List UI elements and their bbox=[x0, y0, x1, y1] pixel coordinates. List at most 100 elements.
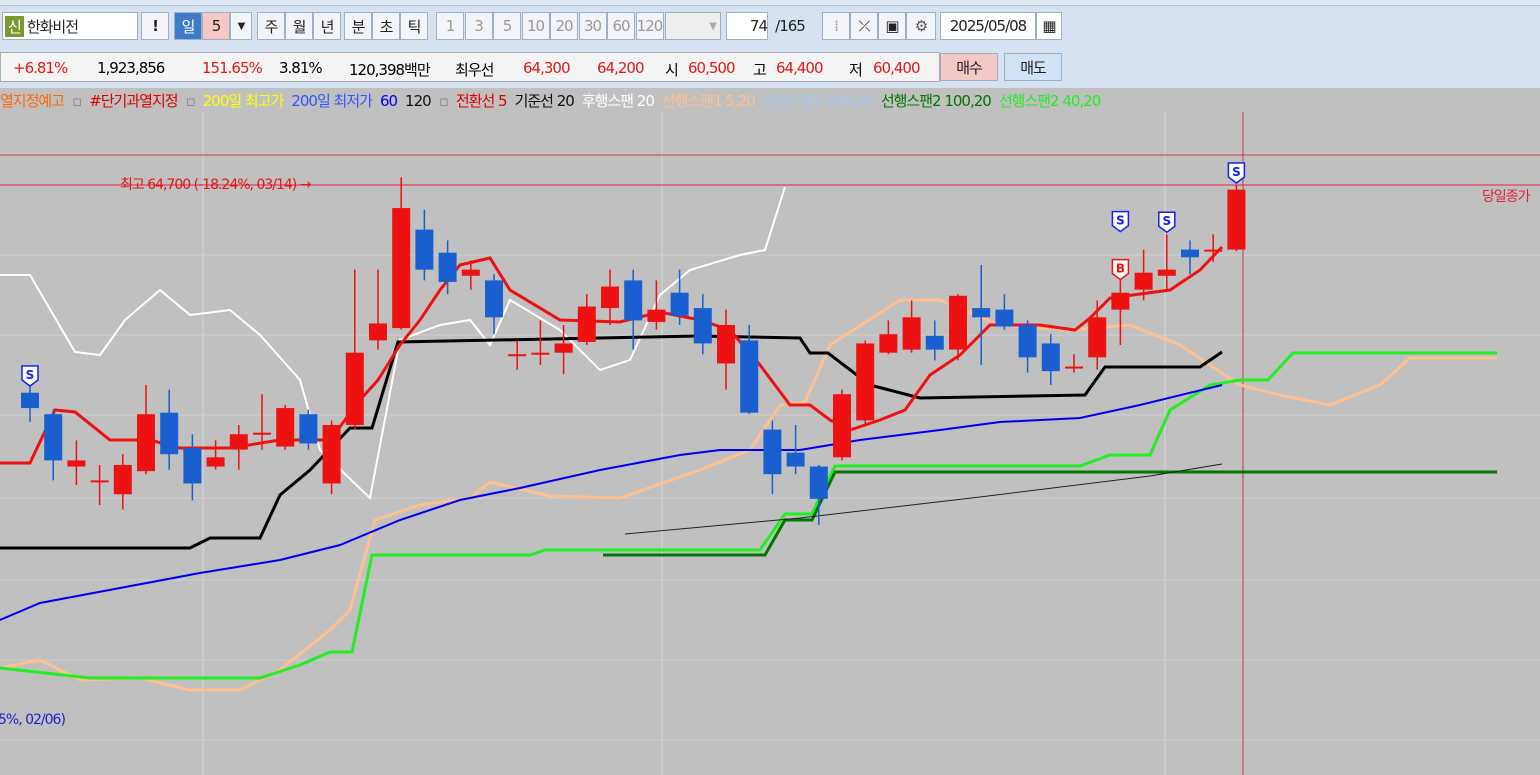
legend-item[interactable]: 선행스팬2 40,20 bbox=[999, 92, 1101, 110]
sell-button[interactable]: 매도 bbox=[1004, 53, 1062, 81]
buy-button[interactable]: 매수 bbox=[940, 53, 998, 81]
legend-item[interactable]: 선행스팬1 5,20 bbox=[662, 92, 756, 110]
candle-body bbox=[113, 465, 132, 495]
candle-body bbox=[299, 414, 318, 444]
tab-year[interactable]: 년 bbox=[313, 12, 341, 40]
candle-body bbox=[601, 286, 619, 309]
candle-style-icon[interactable]: ⁞ bbox=[822, 12, 850, 40]
candle-body bbox=[1227, 189, 1246, 250]
candle-body bbox=[90, 480, 109, 483]
change-pct: +6.81% bbox=[13, 59, 68, 77]
candle-body bbox=[1134, 272, 1153, 290]
signal-label: S bbox=[1232, 165, 1241, 179]
candle-body bbox=[1041, 343, 1060, 372]
signal-label: S bbox=[1162, 214, 1171, 228]
price-chart[interactable]: 최고 64,700 (-18.24%, 03/14) → 5%, 02/06) 당일… bbox=[0, 0, 1540, 775]
volume: 1,923,856 bbox=[97, 59, 165, 77]
count-input[interactable]: 74 bbox=[726, 12, 768, 40]
candle-body bbox=[577, 306, 596, 342]
bid-price: 64,200 bbox=[597, 59, 644, 77]
interval-20[interactable]: 20 bbox=[550, 12, 578, 40]
line-add-icon[interactable]: ⤫ bbox=[850, 12, 878, 40]
legend-item[interactable]: 전환선 5 bbox=[456, 92, 508, 110]
candle-body bbox=[1018, 325, 1037, 358]
interval-3[interactable]: 3 bbox=[464, 12, 493, 40]
alert-button[interactable]: ! bbox=[141, 12, 169, 40]
candle-body bbox=[253, 432, 271, 435]
interval-1[interactable]: 1 bbox=[436, 12, 464, 40]
candle-body bbox=[21, 392, 39, 409]
ask-price: 64,300 bbox=[523, 59, 570, 77]
tab-day[interactable]: 일 bbox=[174, 12, 202, 40]
interval-120[interactable]: 120 bbox=[635, 12, 664, 40]
market-badge: 신 bbox=[5, 15, 24, 37]
date-input[interactable]: 2025/05/08 bbox=[940, 12, 1036, 40]
legend-item[interactable]: 기준선 20 bbox=[515, 92, 575, 110]
legend-item[interactable]: 선행스팬2 100,20 bbox=[881, 92, 992, 110]
legend-item[interactable]: ▫ bbox=[186, 92, 196, 110]
interval-60[interactable]: 60 bbox=[607, 12, 635, 40]
candle-body bbox=[972, 308, 991, 318]
stock-selector[interactable]: 신 한화비전 bbox=[2, 12, 138, 40]
candle-body bbox=[322, 425, 341, 484]
conversion-line bbox=[0, 245, 1224, 465]
interval-select[interactable]: ▼ bbox=[665, 12, 721, 40]
save-icon[interactable]: ▣ bbox=[878, 12, 906, 40]
period-n-field[interactable]: 5 bbox=[202, 12, 230, 40]
chevron-down-icon[interactable]: ▼ bbox=[230, 12, 252, 40]
legend-item[interactable]: 120 bbox=[405, 92, 432, 110]
best-price-label: 최우선 bbox=[455, 61, 494, 79]
legend-item[interactable]: ▫ bbox=[72, 92, 82, 110]
top-strip bbox=[0, 0, 1540, 6]
candle-body bbox=[137, 414, 155, 472]
legend-item[interactable]: ▫ bbox=[439, 92, 449, 110]
legend-item[interactable]: 200일 최저가 bbox=[291, 92, 373, 110]
low-label: 저 bbox=[849, 61, 863, 79]
tab-second[interactable]: 초 bbox=[372, 12, 400, 40]
legend-item[interactable]: 후행스팬 20 bbox=[582, 92, 655, 110]
trade-amount: 120,398백만 bbox=[349, 61, 431, 79]
legend-item[interactable]: 열지정예고 bbox=[0, 92, 65, 110]
candle-body bbox=[345, 352, 364, 425]
candle-body bbox=[531, 352, 550, 355]
candle-body bbox=[415, 229, 434, 270]
candle-body bbox=[647, 309, 666, 322]
open-label: 시 bbox=[665, 61, 679, 79]
interval-10[interactable]: 10 bbox=[521, 12, 550, 40]
interval-30[interactable]: 30 bbox=[578, 12, 607, 40]
tab-month[interactable]: 월 bbox=[285, 12, 313, 40]
high-price-annotation: 최고 64,700 (-18.24%, 03/14) → bbox=[120, 177, 312, 193]
legend-item[interactable]: 200일 최고가 bbox=[203, 92, 285, 110]
tab-tick[interactable]: 틱 bbox=[400, 12, 428, 40]
candle-body bbox=[995, 309, 1014, 327]
candle-body bbox=[624, 280, 643, 321]
candle-body bbox=[763, 429, 782, 475]
candle-body bbox=[369, 323, 387, 341]
signal-label: S bbox=[26, 368, 35, 382]
candle-body bbox=[1088, 317, 1107, 358]
turnover: 3.81% bbox=[279, 59, 323, 77]
close-price-label: 당일종가 bbox=[1482, 189, 1531, 205]
signal-label: S bbox=[1116, 214, 1125, 228]
interval-5[interactable]: 5 bbox=[493, 12, 521, 40]
candle-body bbox=[461, 269, 480, 276]
candle-body bbox=[44, 414, 63, 461]
candle-body bbox=[902, 317, 921, 350]
candle-body bbox=[786, 452, 805, 467]
tab-week[interactable]: 주 bbox=[257, 12, 285, 40]
gear-icon[interactable]: ⚙ bbox=[906, 12, 936, 40]
legend-item[interactable]: 선행스팬2 200,20 bbox=[763, 92, 874, 110]
legend-item[interactable]: 60 bbox=[380, 92, 398, 110]
candle-body bbox=[160, 412, 179, 455]
candle-body bbox=[925, 335, 944, 350]
candle-body bbox=[809, 466, 828, 499]
stock-name: 한화비전 bbox=[26, 17, 79, 36]
tab-minute[interactable]: 분 bbox=[344, 12, 372, 40]
low-price: 60,400 bbox=[873, 59, 920, 77]
volume-ratio: 151.65% bbox=[202, 59, 263, 77]
calendar-icon[interactable]: ▦ bbox=[1036, 12, 1062, 40]
candle-body bbox=[670, 292, 689, 316]
legend-item[interactable]: #단기과열지정 bbox=[89, 92, 178, 110]
candle-body bbox=[485, 280, 503, 318]
total-count: /165 bbox=[775, 17, 806, 35]
